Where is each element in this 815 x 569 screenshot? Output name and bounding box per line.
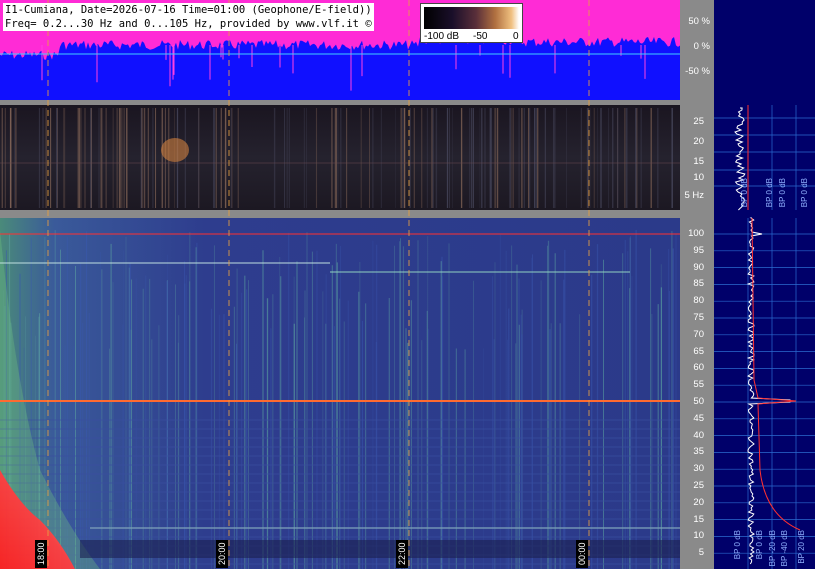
highfreq-tick: 70: [693, 328, 704, 340]
time-label-00: 00:00: [576, 540, 588, 568]
lowfreq-tick: 10: [693, 172, 704, 183]
highfreq-tick: 80: [693, 295, 704, 307]
colorbar-label-min: -100 dB: [424, 31, 460, 42]
dark-band-8hz: [80, 540, 680, 558]
level-tick: 50 %: [688, 16, 710, 27]
level-tick: -50 %: [685, 66, 710, 77]
highfreq-tick: 25: [693, 480, 704, 491]
highfreq-tick: 60: [693, 362, 704, 374]
separator-top: [0, 100, 680, 105]
highfreq-tick: 30: [693, 463, 704, 475]
colorbar-gradient: [424, 7, 519, 29]
bp-label-high: BP 20 dB: [797, 530, 806, 564]
highfreq-tick: 85: [693, 278, 704, 290]
bp-label-low: BP 0 dB: [800, 178, 809, 208]
lowfreq-tick: 15: [693, 156, 704, 167]
bp-label-low: BP 0 dB: [765, 178, 774, 208]
colorbar-label-mid: -50: [473, 31, 488, 42]
bp-label-high: BP 0 dB: [733, 530, 742, 560]
highfreq-tick: 10: [693, 530, 704, 542]
level-tick: 0 %: [693, 41, 710, 52]
highfreq-tick: 15: [693, 513, 704, 525]
highfreq-tick: 75: [693, 312, 704, 323]
colorbar-label-max: 0: [513, 31, 519, 42]
header-subtitle: Freq= 0.2...30 Hz and 0...105 Hz, provid…: [3, 17, 374, 31]
highfreq-tick: 95: [693, 244, 704, 256]
highfreq-tick: 55: [693, 379, 704, 391]
highfreq-tick: 100: [688, 228, 704, 239]
time-label-20: 20:00: [216, 540, 228, 568]
bp-label-high: BP -20 dB: [768, 530, 777, 567]
highfreq-tick: 35: [693, 446, 704, 458]
highfreq-tick: 45: [693, 412, 704, 424]
highfreq-tick: 40: [693, 429, 704, 441]
lowfreq-hotspot: [161, 138, 189, 162]
highfreq-tick: 20: [693, 496, 704, 508]
bp-label-low: BP 0 dB: [740, 178, 749, 208]
lowfreq-tick: 25: [693, 116, 704, 127]
bp-label-low: BP 0 dB: [778, 178, 787, 208]
time-label-22: 22:00: [396, 540, 408, 568]
highfreq-tick: 90: [693, 261, 704, 273]
colorbar: -100 dB -50 0: [420, 3, 523, 43]
bp-label-high: BP -40 dB: [780, 530, 789, 567]
header-title: I1-Cumiana, Date=2026-07-16 Time=01:00 (…: [3, 3, 374, 17]
lowfreq-tick: 5 Hz: [684, 190, 704, 201]
lowfreq-spectrogram-bg: [0, 105, 680, 210]
bp-label-high: BP 0 dB: [755, 530, 764, 560]
separator-mid: [0, 210, 680, 218]
time-label-18: 18:00: [35, 540, 47, 568]
highfreq-tick: 5: [698, 547, 704, 559]
lowfreq-tick: 20: [693, 136, 704, 147]
highfreq-tick: 65: [693, 345, 704, 357]
highfreq-tick: 50: [693, 396, 704, 407]
spectrogram-figure: I1-Cumiana, Date=2026-07-16 Time=01:00 (…: [0, 0, 815, 569]
